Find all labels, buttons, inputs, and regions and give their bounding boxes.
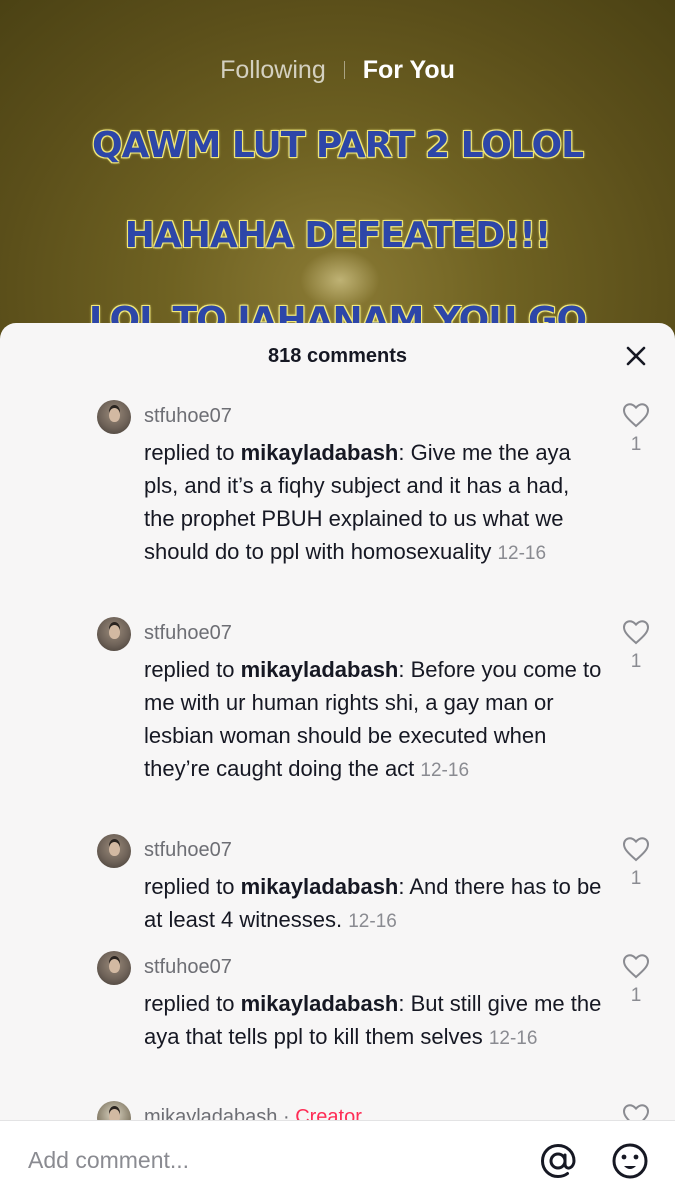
comment-username[interactable]: stfuhoe07 xyxy=(144,956,232,979)
comment-item: stfuhoe07 replied to mikayladabash: Give… xyxy=(0,400,675,600)
comment-input[interactable]: Add comment... xyxy=(28,1147,189,1174)
at-icon[interactable] xyxy=(538,1141,578,1181)
comment-date: 12-16 xyxy=(497,543,547,564)
reply-prefix: replied to xyxy=(144,440,241,465)
avatar[interactable] xyxy=(97,951,131,985)
like-count: 1 xyxy=(630,651,642,672)
avatar[interactable] xyxy=(97,400,131,434)
reply-prefix: replied to xyxy=(144,874,241,899)
reply-to-user[interactable]: mikayladabash xyxy=(241,991,399,1016)
reply-to-user[interactable]: mikayladabash xyxy=(241,440,399,465)
heart-icon[interactable] xyxy=(622,402,650,428)
comment-text: replied to mikayladabash: And there has … xyxy=(144,870,604,938)
reply-to-user[interactable]: mikayladabash xyxy=(241,874,399,899)
video-caption-line-2: HAHAHA DEFEATED!!! xyxy=(124,215,552,256)
video-caption-line-1: QAWM LUT PART 2 LOLOL xyxy=(91,125,584,166)
reply-prefix: replied to xyxy=(144,991,241,1016)
like-count: 1 xyxy=(630,985,642,1006)
comment-text: replied to mikayladabash: But still give… xyxy=(144,987,604,1055)
comment-text: replied to mikayladabash: Give me the ay… xyxy=(144,436,604,570)
heart-icon[interactable] xyxy=(622,836,650,862)
comment-username[interactable]: stfuhoe07 xyxy=(144,839,232,862)
avatar[interactable] xyxy=(97,617,131,651)
like-count: 1 xyxy=(630,868,642,889)
comment-item: stfuhoe07 replied to mikayladabash: Befo… xyxy=(0,617,675,817)
comment-item: stfuhoe07 replied to mikayladabash: But … xyxy=(0,951,675,1091)
comments-count-title: 818 comments xyxy=(268,345,407,367)
emoji-icon[interactable] xyxy=(610,1141,650,1181)
comment-date: 12-16 xyxy=(420,760,470,781)
tab-following[interactable]: Following xyxy=(202,56,344,85)
comment-username[interactable]: stfuhoe07 xyxy=(144,405,232,428)
close-icon[interactable] xyxy=(623,343,649,369)
video-player[interactable]: Following For You QAWM LUT PART 2 LOLOL … xyxy=(0,0,675,340)
comment-username[interactable]: stfuhoe07 xyxy=(144,622,232,645)
comment-text: replied to mikayladabash: Before you com… xyxy=(144,653,604,787)
comments-sheet: 818 comments stfuhoe07 replied to mikayl… xyxy=(0,323,675,1200)
tab-for-you[interactable]: For You xyxy=(345,56,473,85)
like-count: 1 xyxy=(630,434,642,455)
comment-date: 12-16 xyxy=(348,911,397,932)
feed-tabs: Following For You xyxy=(0,50,675,90)
comments-header: 818 comments xyxy=(0,323,675,389)
avatar[interactable] xyxy=(97,834,131,868)
heart-icon[interactable] xyxy=(622,619,650,645)
reply-prefix: replied to xyxy=(144,657,241,682)
heart-icon[interactable] xyxy=(622,953,650,979)
comment-date: 12-16 xyxy=(488,1028,538,1049)
comment-input-bar: Add comment... xyxy=(0,1120,675,1200)
comment-item: stfuhoe07 replied to mikayladabash: And … xyxy=(0,834,675,934)
reply-to-user[interactable]: mikayladabash xyxy=(241,657,399,682)
